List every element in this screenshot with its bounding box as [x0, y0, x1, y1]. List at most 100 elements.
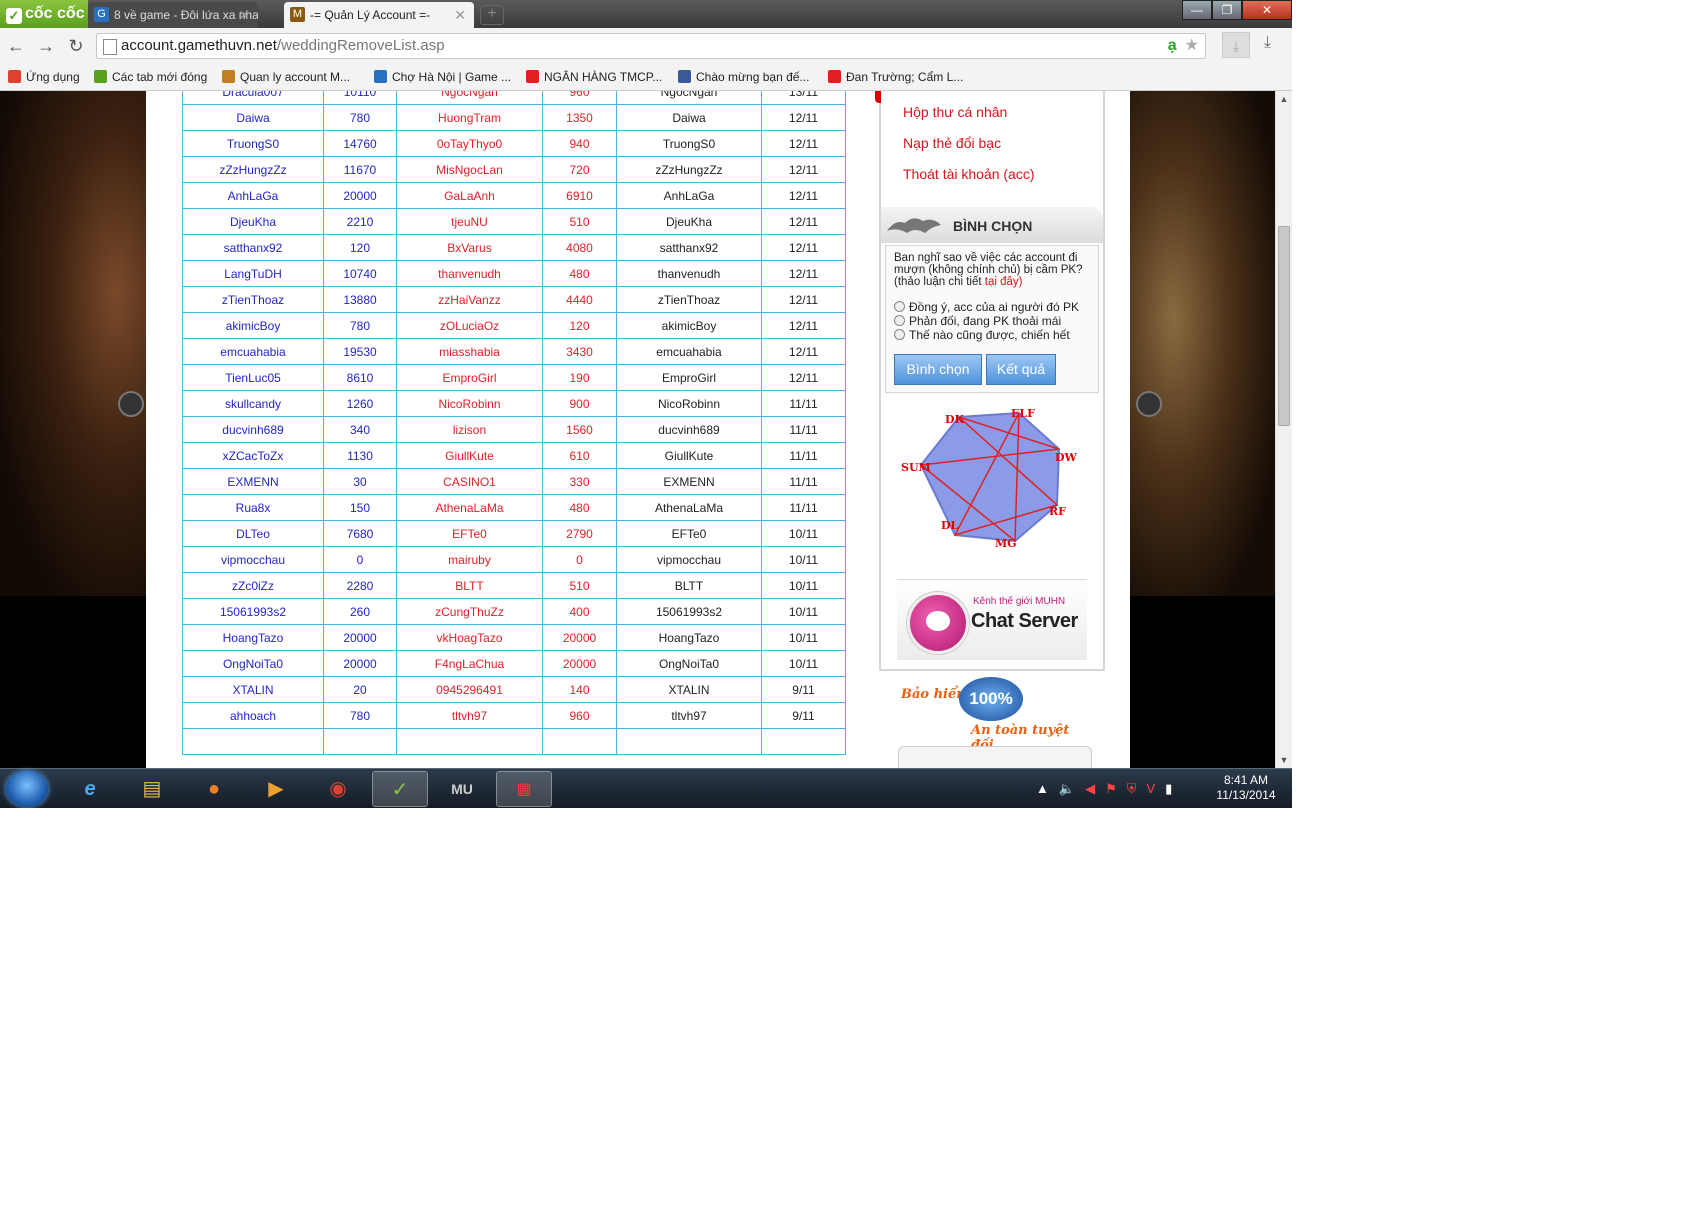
table-cell: NgocNgan: [616, 91, 762, 105]
notes-app-icon[interactable]: ▦: [496, 771, 552, 807]
internet-explorer-icon[interactable]: e: [62, 771, 118, 807]
poll-option-any[interactable]: Thế nào cũng được, chiến hết: [894, 328, 1070, 342]
vote-header: BÌNH CHỌN: [881, 207, 1103, 243]
table-row: [182, 728, 846, 755]
bookmark-facebook[interactable]: Chào mừng bạn đế...: [678, 64, 809, 90]
table-cell: tltvh97: [616, 702, 762, 729]
close-icon[interactable]: ✕: [238, 2, 250, 28]
scroll-down-icon[interactable]: ▼: [1276, 752, 1292, 768]
table-cell: zZc0iZz: [182, 572, 324, 599]
reload-button[interactable]: ↻: [64, 34, 88, 58]
bookmark-cho-ha-noi[interactable]: Chợ Hà Nội | Game ...: [374, 64, 511, 90]
chrome-icon[interactable]: ◉: [310, 771, 366, 807]
file-explorer-icon[interactable]: ▤: [124, 771, 180, 807]
link-hop-thu[interactable]: Hộp thư cá nhân: [903, 104, 1007, 120]
chat-server-banner[interactable]: Kênh thế giới MUHN Chat Server: [897, 579, 1087, 660]
table-cell: 2280: [323, 572, 397, 599]
address-bar[interactable]: account.gamethuvn.net/weddingRemoveList.…: [96, 33, 1206, 59]
unikey-icon[interactable]: V: [1146, 777, 1155, 801]
discussion-link[interactable]: tại đây: [985, 276, 1019, 288]
next-banner[interactable]: [898, 746, 1092, 768]
tray-expand-icon[interactable]: ▲: [1036, 777, 1049, 801]
table-cell: XTALIN: [182, 676, 324, 703]
new-tab-button[interactable]: +: [480, 5, 504, 25]
url-text[interactable]: account.gamethuvn.net/weddingRemoveList.…: [121, 34, 445, 58]
coccoc-logo[interactable]: ✓ cốc cốc: [0, 0, 88, 28]
back-button[interactable]: ←: [4, 34, 28, 58]
table-cell: Daiwa: [616, 104, 762, 131]
tab-quan-ly-account[interactable]: M -= Quản Lý Account =- ✕: [284, 2, 474, 28]
speaker-icon[interactable]: 🔈: [1059, 777, 1075, 801]
menu-marker: [875, 91, 881, 103]
forward-button[interactable]: →: [34, 34, 58, 58]
firefox-icon[interactable]: ●: [186, 771, 242, 807]
table-cell: TruongS0: [616, 130, 762, 157]
link-thoat-tai-khoan[interactable]: Thoát tài khoản (acc): [903, 166, 1035, 182]
downloads-icon[interactable]: ⤓: [1264, 34, 1271, 52]
start-button[interactable]: [6, 771, 48, 807]
close-icon[interactable]: ✕: [454, 2, 466, 28]
radio-icon[interactable]: [894, 329, 905, 340]
bookmark-recent-tabs[interactable]: Các tab mới đóng: [94, 64, 207, 90]
dragon-icon: [887, 218, 941, 233]
table-cell: satthanx92: [182, 234, 324, 261]
table-cell: 10/11: [761, 572, 846, 599]
media-player-icon[interactable]: ▶: [248, 771, 304, 807]
table-cell: emcuahabia: [182, 338, 324, 365]
radio-icon[interactable]: [894, 301, 905, 312]
table-cell: 940: [542, 130, 617, 157]
vertical-scrollbar[interactable]: ▲ ▼: [1275, 91, 1292, 768]
techcombank-icon: [526, 70, 539, 83]
poll-option-oppose[interactable]: Phản đối, đang PK thoải mái: [894, 314, 1061, 328]
table-cell: Rua8x: [182, 494, 324, 521]
vote-button[interactable]: Bình chọn: [894, 354, 982, 385]
tab-8-ve-game[interactable]: G 8 về game - Đôi lứa xa nhau ✕: [88, 2, 258, 28]
bookmark-ngan-hang[interactable]: NGÂN HÀNG TMCP...: [526, 64, 662, 90]
table-row: akimicBoy 780 zOLuciaOz 120 akimicBoy 12/11: [182, 312, 846, 339]
coccoc-icon[interactable]: ✓: [372, 771, 428, 807]
table-row: OngNoiTa0 20000 F4ngLaChua 20000 OngNoiTa0 10…: [182, 650, 846, 677]
table-cell: 20: [323, 676, 397, 703]
scroll-up-icon[interactable]: ▲: [1276, 91, 1292, 107]
download-media-icon[interactable]: ⤓: [1222, 32, 1250, 58]
dictionary-icon[interactable]: ạ: [1168, 36, 1177, 56]
signal-icon[interactable]: ▮: [1165, 777, 1172, 801]
table-cell: 0945296491: [396, 676, 543, 703]
insurance-banner[interactable]: Bảo hiểm đồ 100% An toàn tuyệt đối: [879, 677, 1079, 753]
table-cell: BxVarus: [396, 234, 543, 261]
table-cell: xZCacToZx: [182, 442, 324, 469]
table-cell: 140: [542, 676, 617, 703]
bookmark-youtube[interactable]: Đan Trường; Cẩm L...: [828, 64, 963, 90]
recent-tabs-icon: [94, 70, 107, 83]
minimize-button[interactable]: —: [1182, 0, 1212, 20]
maximize-button[interactable]: ❐: [1212, 0, 1242, 20]
table-cell: 780: [323, 104, 397, 131]
star-bookmark-icon[interactable]: ★: [1185, 36, 1199, 56]
table-cell: 2790: [542, 520, 617, 547]
network-error-icon[interactable]: ⚑: [1105, 777, 1117, 801]
radio-icon[interactable]: [894, 315, 905, 326]
table-cell: 19530: [323, 338, 397, 365]
poll-option-agree[interactable]: Đồng ý, acc của ai người đó PK: [894, 300, 1079, 314]
table-cell: DjeuKha: [182, 208, 324, 235]
link-nap-the[interactable]: Nạp thẻ đổi bạc: [903, 135, 1001, 151]
table-cell: GiullKute: [616, 442, 762, 469]
security-icon[interactable]: ⛨: [1127, 777, 1137, 801]
table-cell: 12/11: [761, 338, 846, 365]
warning-icon[interactable]: ◀: [1085, 777, 1095, 801]
table-cell: 11/11: [761, 416, 846, 443]
table-cell: [323, 728, 397, 755]
table-cell: zZzHungzZz: [616, 156, 762, 183]
mu-game-icon[interactable]: MU: [434, 771, 490, 807]
bookmark-quan-ly-account[interactable]: Quan ly account M...: [222, 64, 350, 90]
scroll-thumb[interactable]: [1278, 226, 1290, 426]
table-cell: [182, 728, 324, 755]
table-cell: 10740: [323, 260, 397, 287]
table-cell: 10/11: [761, 546, 846, 573]
result-button[interactable]: Kết quả: [986, 354, 1056, 385]
table-cell: EmproGirl: [396, 364, 543, 391]
bookmark-apps[interactable]: Ứng dụng: [8, 64, 80, 90]
close-window-button[interactable]: ✕: [1242, 0, 1292, 20]
vote-title: BÌNH CHỌN: [953, 218, 1033, 234]
system-clock[interactable]: 8:41 AM 11/13/2014: [1206, 773, 1286, 803]
